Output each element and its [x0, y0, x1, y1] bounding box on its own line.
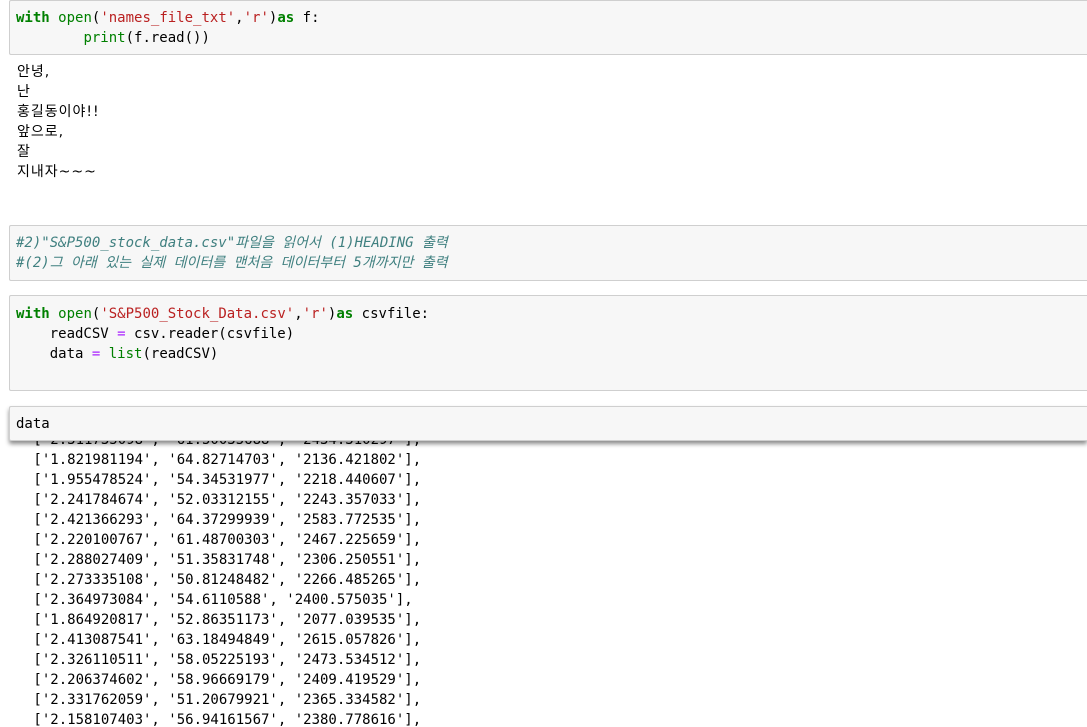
comment-line: #(2)그 아래 있는 실제 데이터를 맨처음 데이터부터 5개까지만 출력 — [16, 255, 448, 271]
colon: : — [420, 306, 430, 322]
output-row: ['1.955478524', '54.34531977', '2218.440… — [25, 472, 422, 488]
output-line: 앞으로, — [17, 124, 65, 140]
output-row: ['2.326110511', '58.05225193', '2473.534… — [25, 652, 422, 668]
output-row: ['2.413087541', '63.18494849', '2615.057… — [25, 632, 422, 648]
string-literal: 'S&P500_Stock_Data.csv' — [100, 306, 295, 322]
code-line: readCSV = csv.reader(csvfile) — [16, 324, 294, 344]
variable: readCSV — [49, 326, 118, 342]
operator: = — [117, 326, 126, 342]
string-literal: 'r' — [243, 10, 269, 26]
comma: , — [235, 10, 244, 26]
code-cell-1[interactable]: with open('names_file_txt','r')as f: pri… — [9, 0, 1087, 55]
builtin-print: print — [83, 30, 126, 46]
output-row: ['2.364973084', '54.6110588', '2400.5750… — [25, 592, 413, 608]
variable: data — [49, 346, 92, 362]
code-cell-3[interactable]: with open('S&P500_Stock_Data.csv','r')as… — [9, 295, 1087, 391]
output-line: 홍길동이야!! — [17, 104, 100, 120]
output-row: ['2.273335108', '50.81248482', '2266.485… — [25, 572, 422, 588]
code-line: data — [16, 416, 50, 432]
keyword-as: as — [277, 10, 295, 26]
output-row: ['2.206374602', '58.96669179', '2409.419… — [25, 672, 422, 688]
variable: csvfile — [361, 306, 421, 322]
output-line: 난 — [17, 84, 31, 100]
builtin-open: open — [58, 306, 92, 322]
output-row: ['1.864920817', '52.86351173', '2077.039… — [25, 612, 422, 628]
output-row: ['2.331762059', '51.20679921', '2365.334… — [25, 692, 422, 708]
output-row: ['1.821981194', '64.82714703', '2136.421… — [25, 452, 422, 468]
keyword-as: as — [336, 306, 354, 322]
output-line: 안녕, — [17, 64, 51, 80]
builtin-open: open — [58, 10, 92, 26]
code-cell-2[interactable]: #2)"S&P500_stock_data.csv"파일을 읽어서 (1)HEA… — [9, 225, 1087, 281]
code-line: print(f.read()) — [16, 28, 210, 48]
output-row: ['2.158107403', '56.94161567', '2380.778… — [25, 712, 422, 727]
comment-line: #2)"S&P500_stock_data.csv"파일을 읽어서 (1)HEA… — [16, 235, 448, 251]
variable: f — [302, 10, 312, 26]
output-row: ['2.241784674', '52.03312155', '2243.357… — [25, 492, 422, 508]
code-line: with open('S&P500_Stock_Data.csv','r')as… — [16, 304, 429, 324]
code-text: csv.reader(csvfile) — [125, 326, 295, 342]
keyword-with: with — [16, 306, 50, 322]
string-literal: 'r' — [302, 306, 328, 322]
code-line: data = list(readCSV) — [16, 344, 219, 364]
string-literal: 'names_file_txt' — [100, 10, 236, 26]
output-row: ['2.421366293', '64.37299939', '2583.772… — [25, 512, 422, 528]
output-row: ['2.220100767', '61.48700303', '2467.225… — [25, 532, 422, 548]
output-line: 지내자~~~ — [17, 164, 97, 180]
code-cell-4[interactable]: data — [9, 406, 1087, 441]
code-line: with open('names_file_txt','r')as f: — [16, 8, 320, 28]
output-row: ['2.288027409', '51.35831748', '2306.250… — [25, 552, 422, 568]
notebook-page: with open('names_file_txt','r')as f: pri… — [0, 0, 1087, 727]
builtin-list: list — [100, 346, 143, 362]
keyword-with: with — [16, 10, 50, 26]
colon: : — [311, 10, 320, 26]
code-text: (f.read()) — [125, 30, 210, 46]
output-line: 잘 — [17, 144, 31, 160]
comma: , — [294, 306, 303, 322]
code-text: (readCSV) — [142, 346, 219, 362]
